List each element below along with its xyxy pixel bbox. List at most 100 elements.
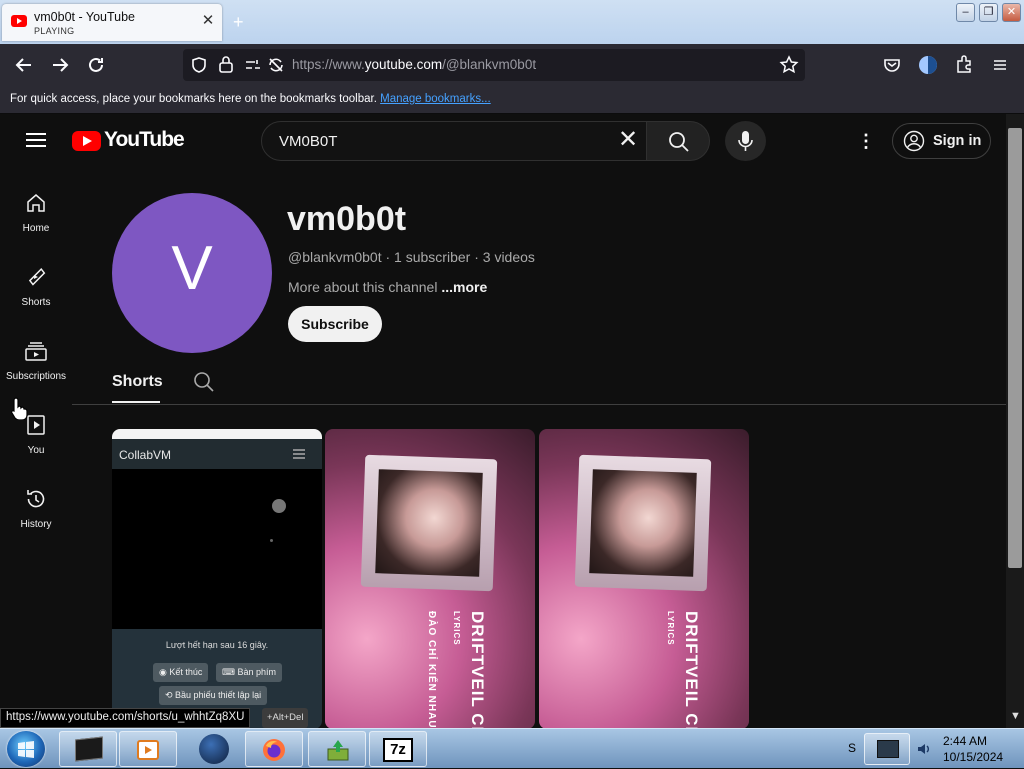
- end-turn-button: ◉ Kết thúc: [153, 663, 209, 682]
- sidebar-item-shorts[interactable]: Shorts: [0, 265, 72, 327]
- voice-search-button[interactable]: [725, 121, 766, 161]
- sidebar-item-label: Subscriptions: [5, 371, 67, 382]
- channel-search-icon[interactable]: [193, 371, 215, 393]
- status-link-preview: https://www.youtube.com/shorts/u_whhtZq8…: [0, 708, 251, 728]
- scroll-down-arrow-icon[interactable]: ▼: [1010, 710, 1021, 722]
- tab-title: vm0b0t - YouTube: [34, 10, 135, 24]
- vertical-title: DRIFTVEIL CITY X: [682, 611, 701, 728]
- taskbar-media-player[interactable]: [119, 731, 177, 767]
- lyrics-tag: LYRICS: [452, 611, 461, 646]
- speaker-icon[interactable]: [916, 741, 932, 757]
- youtube-favicon-icon: [11, 15, 27, 27]
- new-tab-button[interactable]: +: [233, 12, 244, 33]
- search-button[interactable]: [646, 121, 710, 161]
- portrait-photo: [589, 469, 697, 577]
- taskbar-7zip[interactable]: 7z: [369, 731, 427, 767]
- channel-avatar[interactable]: V: [112, 193, 272, 353]
- clock-time[interactable]: 2:44 AM: [943, 734, 987, 748]
- tracking-shield-icon[interactable]: [190, 56, 208, 74]
- start-button[interactable]: [7, 731, 45, 767]
- sidebar-item-label: You: [27, 445, 45, 456]
- sidebar-item-label: Shorts: [21, 297, 51, 308]
- bookmark-star-icon[interactable]: [779, 55, 799, 75]
- window-minimize-button[interactable]: –: [956, 3, 975, 22]
- tray-overflow-label: S: [848, 741, 857, 755]
- taskbar-terminal[interactable]: [59, 731, 117, 767]
- reload-icon[interactable]: [83, 52, 109, 78]
- 7zip-icon: 7z: [383, 738, 413, 762]
- system-tray: S 2:44 AM 10/15/2024: [848, 729, 1024, 769]
- thumbnail-top-bar: [112, 429, 322, 439]
- album-card: [574, 454, 712, 592]
- lock-icon[interactable]: [218, 55, 234, 73]
- history-icon: [27, 490, 45, 508]
- channel-handle: @blankvm0b0t: [288, 249, 382, 265]
- album-card: [360, 454, 498, 592]
- page-scrollbar[interactable]: ▼: [1006, 114, 1024, 728]
- subscribe-button[interactable]: Subscribe: [288, 306, 382, 342]
- back-arrow-icon[interactable]: [11, 52, 37, 78]
- sidebar-item-subscriptions[interactable]: Subscriptions: [0, 339, 72, 401]
- app-menu-icon[interactable]: [987, 52, 1013, 78]
- youtube-page: YouTube VM0B0T ✕ ⋮ Sign in Home Shorts S…: [0, 114, 1006, 728]
- collabvm-menu-icon: [293, 449, 305, 459]
- extensions-icon[interactable]: [951, 52, 977, 78]
- sidebar-item-you[interactable]: You: [0, 413, 72, 475]
- tab-close-icon[interactable]: ✕: [199, 12, 217, 30]
- sidebar-item-home[interactable]: Home: [0, 191, 72, 253]
- pocket-icon[interactable]: [879, 52, 905, 78]
- avatar-letter: V: [171, 234, 213, 303]
- tab-shorts[interactable]: Shorts: [112, 373, 163, 391]
- short-thumbnail-collabvm[interactable]: CollabVM Lượt hết hạn sau 16 giây. ◉ Kết…: [112, 429, 322, 728]
- vertical-title: DRIFTVEIL CITY X: [468, 611, 487, 728]
- autoplay-blocked-icon[interactable]: [267, 56, 285, 74]
- clock-date[interactable]: 10/15/2024: [943, 750, 1003, 764]
- youtube-logo-icon[interactable]: [72, 131, 101, 151]
- scrollbar-thumb[interactable]: [1008, 128, 1022, 568]
- manage-bookmarks-link[interactable]: Manage bookmarks...: [380, 93, 491, 105]
- terminal-icon: [75, 736, 103, 762]
- video-count: 3 videos: [482, 249, 535, 265]
- channel-about-link[interactable]: More about this channel ...more: [288, 279, 487, 295]
- more-options-icon[interactable]: ⋮: [857, 131, 875, 152]
- hand-cursor-icon: [11, 397, 28, 420]
- youtube-logo-text[interactable]: YouTube: [104, 128, 185, 152]
- shortcut-hint: +Alt+Del: [262, 708, 309, 728]
- url-text[interactable]: https://www.youtube.com/@blankvm0b0t: [292, 57, 536, 72]
- sidebar-item-history[interactable]: History: [0, 487, 72, 549]
- tab-playing-status: PLAYING: [34, 26, 75, 36]
- sidebar-item-label: Home: [22, 223, 50, 234]
- channel-name: vm0b0t: [287, 200, 407, 238]
- bookmarks-toolbar: For quick access, place your bookmarks h…: [0, 86, 1024, 114]
- short-thumbnail-driftveil-1[interactable]: DRIFTVEIL CITY X ĐÀO CHỈ KIỂN NHAU ĐẦU T…: [325, 429, 535, 728]
- tabs-divider: [72, 404, 1006, 405]
- cursor-dot: [272, 499, 286, 513]
- sign-in-button[interactable]: Sign in: [892, 123, 991, 159]
- clear-search-icon[interactable]: ✕: [618, 127, 638, 153]
- subscriber-count: 1 subscriber: [394, 249, 471, 265]
- search-query-text[interactable]: VM0B0T: [279, 133, 337, 150]
- media-player-icon: [137, 740, 159, 760]
- url-bar[interactable]: https://www.youtube.com/@blankvm0b0t: [183, 49, 805, 81]
- hamburger-menu-icon[interactable]: [26, 133, 46, 147]
- taskbar-installer[interactable]: [308, 731, 366, 767]
- account-icon[interactable]: [915, 52, 941, 78]
- browser-tab-active[interactable]: vm0b0t - YouTube PLAYING ✕: [2, 4, 222, 41]
- tray-app-button[interactable]: [864, 733, 910, 765]
- search-input[interactable]: VM0B0T ✕: [261, 121, 647, 161]
- bookmarks-hint: For quick access, place your bookmarks h…: [10, 93, 491, 105]
- window-close-button[interactable]: ✕: [1002, 3, 1021, 22]
- cursor-dot-small: [270, 539, 273, 542]
- firefox-icon: [263, 739, 285, 761]
- shorts-icon: [28, 267, 46, 286]
- tab-active-indicator: [112, 401, 160, 403]
- taskbar-firefox[interactable]: [245, 731, 303, 767]
- more-link[interactable]: ...more: [441, 279, 487, 295]
- globe-icon[interactable]: [199, 734, 229, 764]
- window-restore-button[interactable]: ❐: [979, 3, 998, 22]
- subscriptions-icon: [25, 342, 47, 361]
- permissions-icon[interactable]: [244, 56, 262, 74]
- short-thumbnail-driftveil-2[interactable]: DRIFTVEIL CITY X LYRICS: [539, 429, 749, 728]
- forward-arrow-icon[interactable]: [47, 52, 73, 78]
- microphone-icon: [738, 131, 753, 151]
